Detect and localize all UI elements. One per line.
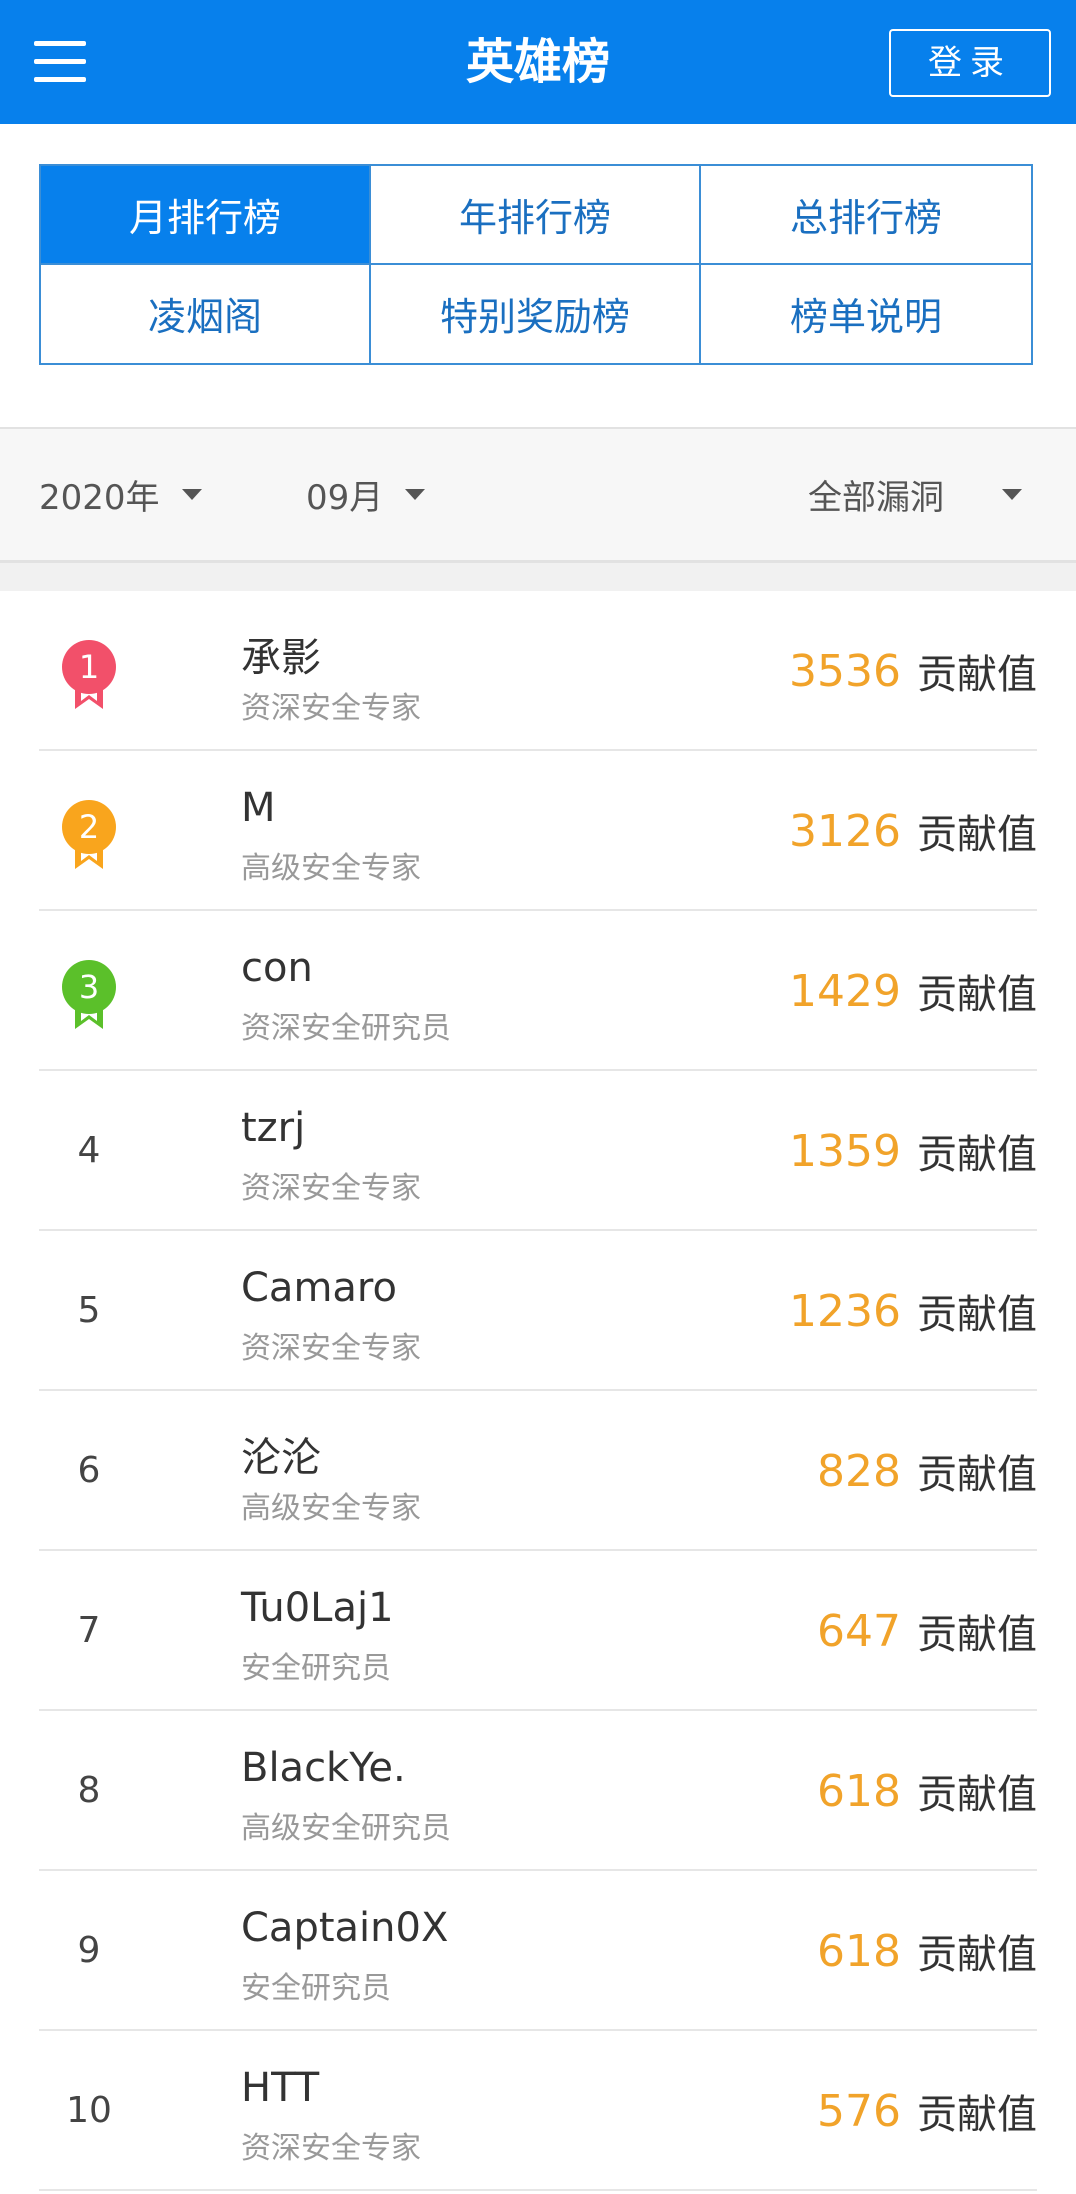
section-divider <box>0 563 1076 591</box>
score-block: 647 贡献值 <box>817 1551 1037 1711</box>
contribution-score: 618 <box>817 1765 901 1817</box>
rank-number: 2 <box>79 808 99 846</box>
contribution-score: 1429 <box>789 965 901 1017</box>
leaderboard-row[interactable]: 1 承影资深安全专家 3536 贡献值 <box>39 591 1037 751</box>
rank-number: 7 <box>77 1610 101 1651</box>
user-name[interactable]: 沦沦 <box>241 1425 321 1483</box>
score-block: 1236 贡献值 <box>789 1231 1037 1391</box>
score-unit-label: 贡献值 <box>917 2092 1037 2138</box>
user-name[interactable]: 承影 <box>241 625 321 683</box>
score-unit-label: 贡献值 <box>917 1772 1037 1818</box>
score-block: 618 贡献值 <box>817 1711 1037 1871</box>
caret-down-icon <box>181 489 202 500</box>
score-block: 618 贡献值 <box>817 1871 1037 2031</box>
year-select[interactable]: 2020年 <box>39 429 202 560</box>
score-unit-label: 贡献值 <box>917 972 1037 1018</box>
score-unit-label: 贡献值 <box>917 1132 1037 1178</box>
vuln-type-select-value: 全部漏洞 <box>808 478 944 518</box>
user-title: 资深安全专家 <box>241 691 421 726</box>
rank-medal-icon: 3 <box>62 960 116 1029</box>
tab-lingyange[interactable]: 凌烟阁 <box>41 264 371 363</box>
score-block: 3126 贡献值 <box>789 751 1037 911</box>
leaderboard-row[interactable]: 2 M 高级安全专家 3126 贡献值 <box>39 751 1037 911</box>
rank-medal-icon: 1 <box>62 640 116 709</box>
user-name[interactable]: tzrj <box>241 1105 305 1151</box>
month-select[interactable]: 09月 <box>306 429 426 560</box>
caret-down-icon <box>405 489 426 500</box>
login-button[interactable]: 登录 <box>889 29 1051 97</box>
score-block: 1429 贡献值 <box>789 911 1037 1071</box>
user-title: 安全研究员 <box>241 1971 391 2006</box>
contribution-score: 828 <box>817 1445 901 1497</box>
user-title: 资深安全专家 <box>241 1331 421 1366</box>
rank-number: 9 <box>77 1930 101 1971</box>
contribution-score: 1236 <box>789 1285 901 1337</box>
user-title: 安全研究员 <box>241 1651 391 1686</box>
rank-number: 10 <box>66 2090 112 2131</box>
leaderboard-tabs: 月排行榜 年排行榜 总排行榜 凌烟阁 特别奖励榜 榜单说明 <box>39 164 1033 365</box>
contribution-score: 618 <box>817 1925 901 1977</box>
hamburger-menu-icon[interactable] <box>34 37 86 85</box>
year-select-value: 2020年 <box>39 478 160 518</box>
user-title: 资深安全专家 <box>241 2131 421 2166</box>
contribution-score: 1359 <box>789 1125 901 1177</box>
rank-number: 6 <box>77 1450 101 1491</box>
score-unit-label: 贡献值 <box>917 1932 1037 1978</box>
app-header: 英雄榜 登录 <box>0 0 1076 124</box>
score-unit-label: 贡献值 <box>917 1612 1037 1658</box>
leaderboard-row[interactable]: 4 tzrj 资深安全专家 1359 贡献值 <box>39 1071 1037 1231</box>
tab-rules[interactable]: 榜单说明 <box>701 264 1031 363</box>
month-select-value: 09月 <box>306 478 384 518</box>
user-name[interactable]: Tu0Laj1 <box>241 1585 394 1631</box>
score-unit-label: 贡献值 <box>917 1292 1037 1338</box>
score-block: 3536 贡献值 <box>789 591 1037 751</box>
score-block: 1359 贡献值 <box>789 1071 1037 1231</box>
vuln-type-select[interactable]: 全部漏洞 <box>808 429 1022 560</box>
rank-number: 8 <box>77 1770 101 1811</box>
leaderboard-row[interactable]: 3 con 资深安全研究员 1429 贡献值 <box>39 911 1037 1071</box>
leaderboard-row[interactable]: 9 Captain0X 安全研究员 618 贡献值 <box>39 1871 1037 2031</box>
rank-number: 1 <box>79 648 99 686</box>
tab-monthly[interactable]: 月排行榜 <box>41 166 371 265</box>
leaderboard-row[interactable]: 8 BlackYe. 高级安全研究员 618 贡献值 <box>39 1711 1037 1871</box>
contribution-score: 576 <box>817 2085 901 2137</box>
user-title: 高级安全专家 <box>241 851 421 886</box>
leaderboard-row[interactable]: 7 Tu0Laj1 安全研究员 647 贡献值 <box>39 1551 1037 1711</box>
score-unit-label: 贡献值 <box>917 652 1037 698</box>
tab-yearly[interactable]: 年排行榜 <box>371 166 701 265</box>
contribution-score: 3126 <box>789 805 901 857</box>
leaderboard-list: 1 承影资深安全专家 3536 贡献值 2 M 高级安全专家 3126 贡献值 3 con 资深安全研… <box>0 591 1076 2191</box>
user-name[interactable]: HTT <box>241 2065 319 2111</box>
tab-total[interactable]: 总排行榜 <box>701 166 1031 265</box>
score-unit-label: 贡献值 <box>917 1452 1037 1498</box>
caret-down-icon <box>1002 489 1022 500</box>
filter-bar: 2020年 09月 全部漏洞 <box>0 427 1076 563</box>
user-name[interactable]: Captain0X <box>241 1905 448 1951</box>
score-block: 828 贡献值 <box>817 1391 1037 1551</box>
rank-number: 5 <box>77 1290 101 1331</box>
leaderboard-row[interactable]: 10 HTT 资深安全专家 576 贡献值 <box>39 2031 1037 2191</box>
user-name[interactable]: BlackYe. <box>241 1745 406 1791</box>
rank-medal-icon: 2 <box>62 800 116 869</box>
user-title: 资深安全研究员 <box>241 1011 451 1046</box>
leaderboard-row[interactable]: 5 Camaro 资深安全专家 1236 贡献值 <box>39 1231 1037 1391</box>
contribution-score: 3536 <box>789 645 901 697</box>
contribution-score: 647 <box>817 1605 901 1657</box>
tab-special-reward[interactable]: 特别奖励榜 <box>371 264 701 363</box>
score-unit-label: 贡献值 <box>917 812 1037 858</box>
score-block: 576 贡献值 <box>817 2031 1037 2191</box>
rank-number: 4 <box>77 1130 101 1171</box>
user-name[interactable]: M <box>241 785 276 831</box>
user-title: 资深安全专家 <box>241 1171 421 1206</box>
rank-number: 3 <box>79 968 99 1006</box>
user-title: 高级安全研究员 <box>241 1811 451 1846</box>
leaderboard-row[interactable]: 6 沦沦高级安全专家 828 贡献值 <box>39 1391 1037 1551</box>
user-name[interactable]: con <box>241 945 313 991</box>
user-title: 高级安全专家 <box>241 1491 421 1526</box>
user-name[interactable]: Camaro <box>241 1265 397 1311</box>
